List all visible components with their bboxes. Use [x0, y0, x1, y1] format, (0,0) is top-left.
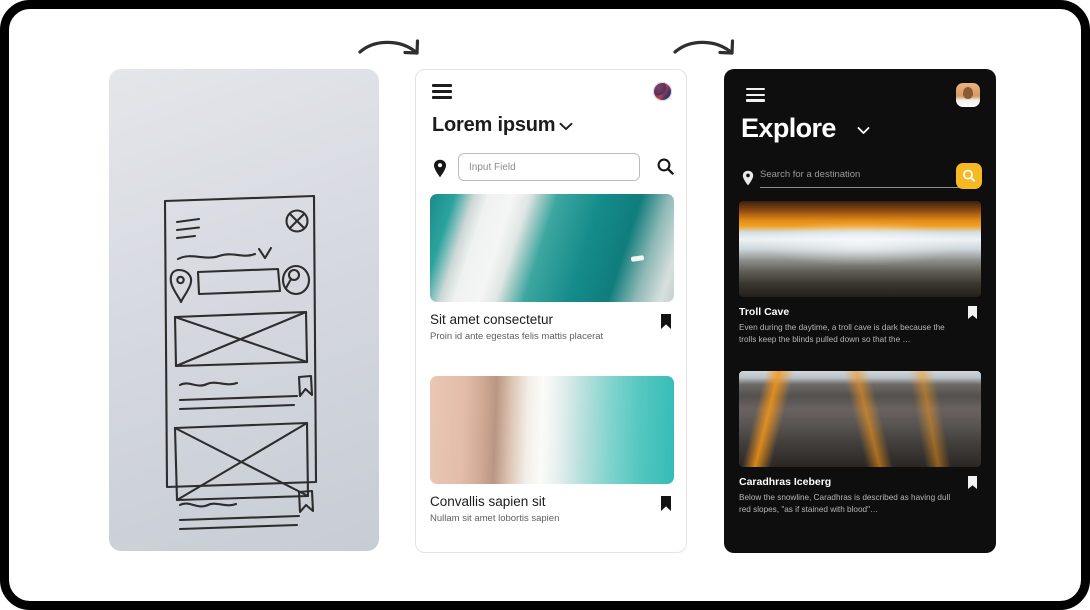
- card-text: Troll Cave Even during the daytime, a tr…: [739, 297, 981, 346]
- wireframe-sketch-drawing: [163, 194, 318, 531]
- card-image: [739, 201, 981, 297]
- card-text: Caradhras Iceberg Below the snowline, Ca…: [739, 467, 981, 516]
- search-icon[interactable]: [657, 158, 674, 175]
- arrow-light-to-dark: [673, 39, 735, 55]
- card-heading: Convallis sapien sit: [430, 494, 546, 509]
- avatar[interactable]: [653, 82, 672, 101]
- card-heading: Troll Cave: [739, 306, 790, 318]
- location-pin-icon[interactable]: [742, 170, 754, 186]
- chevron-down-icon[interactable]: [857, 126, 870, 135]
- list-item[interactable]: Convallis sapien sit Nullam sit amet lob…: [430, 376, 674, 524]
- sketch-panel: [109, 69, 379, 551]
- dark-phone-panel: Explore Search for a destination Troll C…: [724, 69, 996, 553]
- card-heading: Caradhras Iceberg: [739, 476, 832, 488]
- search-bar: Search for a destination: [724, 161, 996, 199]
- hamburger-icon[interactable]: [746, 88, 765, 102]
- list-item[interactable]: Sit amet consectetur Proin id ante egest…: [430, 194, 674, 342]
- card-subtitle: Nullam sit amet lobortis sapien: [430, 513, 560, 524]
- bookmark-icon[interactable]: [967, 305, 978, 320]
- search-button[interactable]: [956, 163, 982, 189]
- stage: Lorem ipsum Input Field Sit amet consect…: [9, 9, 1081, 601]
- bookmark-icon[interactable]: [660, 495, 672, 512]
- page-title: Lorem ipsum: [432, 114, 556, 136]
- bookmark-icon[interactable]: [967, 475, 978, 490]
- card-subtitle: Proin id ante egestas felis mattis place…: [430, 331, 604, 342]
- hamburger-icon[interactable]: [432, 84, 452, 99]
- outer-frame: Lorem ipsum Input Field Sit amet consect…: [0, 0, 1090, 610]
- search-input[interactable]: Search for a destination: [760, 161, 975, 188]
- page-title: Explore: [741, 113, 836, 143]
- search-input[interactable]: Input Field: [458, 153, 640, 181]
- avatar[interactable]: [956, 83, 980, 107]
- list-item[interactable]: Caradhras Iceberg Below the snowline, Ca…: [739, 371, 981, 516]
- search-icon: [963, 169, 976, 182]
- card-subtitle: Even during the daytime, a troll cave is…: [739, 323, 945, 344]
- arrow-sketch-to-light: [358, 39, 420, 55]
- light-phone-panel: Lorem ipsum Input Field Sit amet consect…: [415, 69, 687, 553]
- card-text: Sit amet consectetur Proin id ante egest…: [430, 302, 674, 342]
- chevron-down-icon[interactable]: [559, 122, 573, 131]
- card-subtitle: Below the snowline, Caradhras is describ…: [739, 493, 951, 514]
- card-image: [430, 376, 674, 484]
- card-text: Convallis sapien sit Nullam sit amet lob…: [430, 484, 674, 524]
- search-bar: Input Field: [416, 150, 686, 188]
- card-image: [739, 371, 981, 467]
- card-image: [430, 194, 674, 302]
- bookmark-icon[interactable]: [660, 313, 672, 330]
- location-pin-icon[interactable]: [433, 159, 447, 178]
- light-panel-header: [416, 70, 686, 114]
- list-item[interactable]: Troll Cave Even during the daytime, a tr…: [739, 201, 981, 346]
- card-heading: Sit amet consectetur: [430, 312, 554, 327]
